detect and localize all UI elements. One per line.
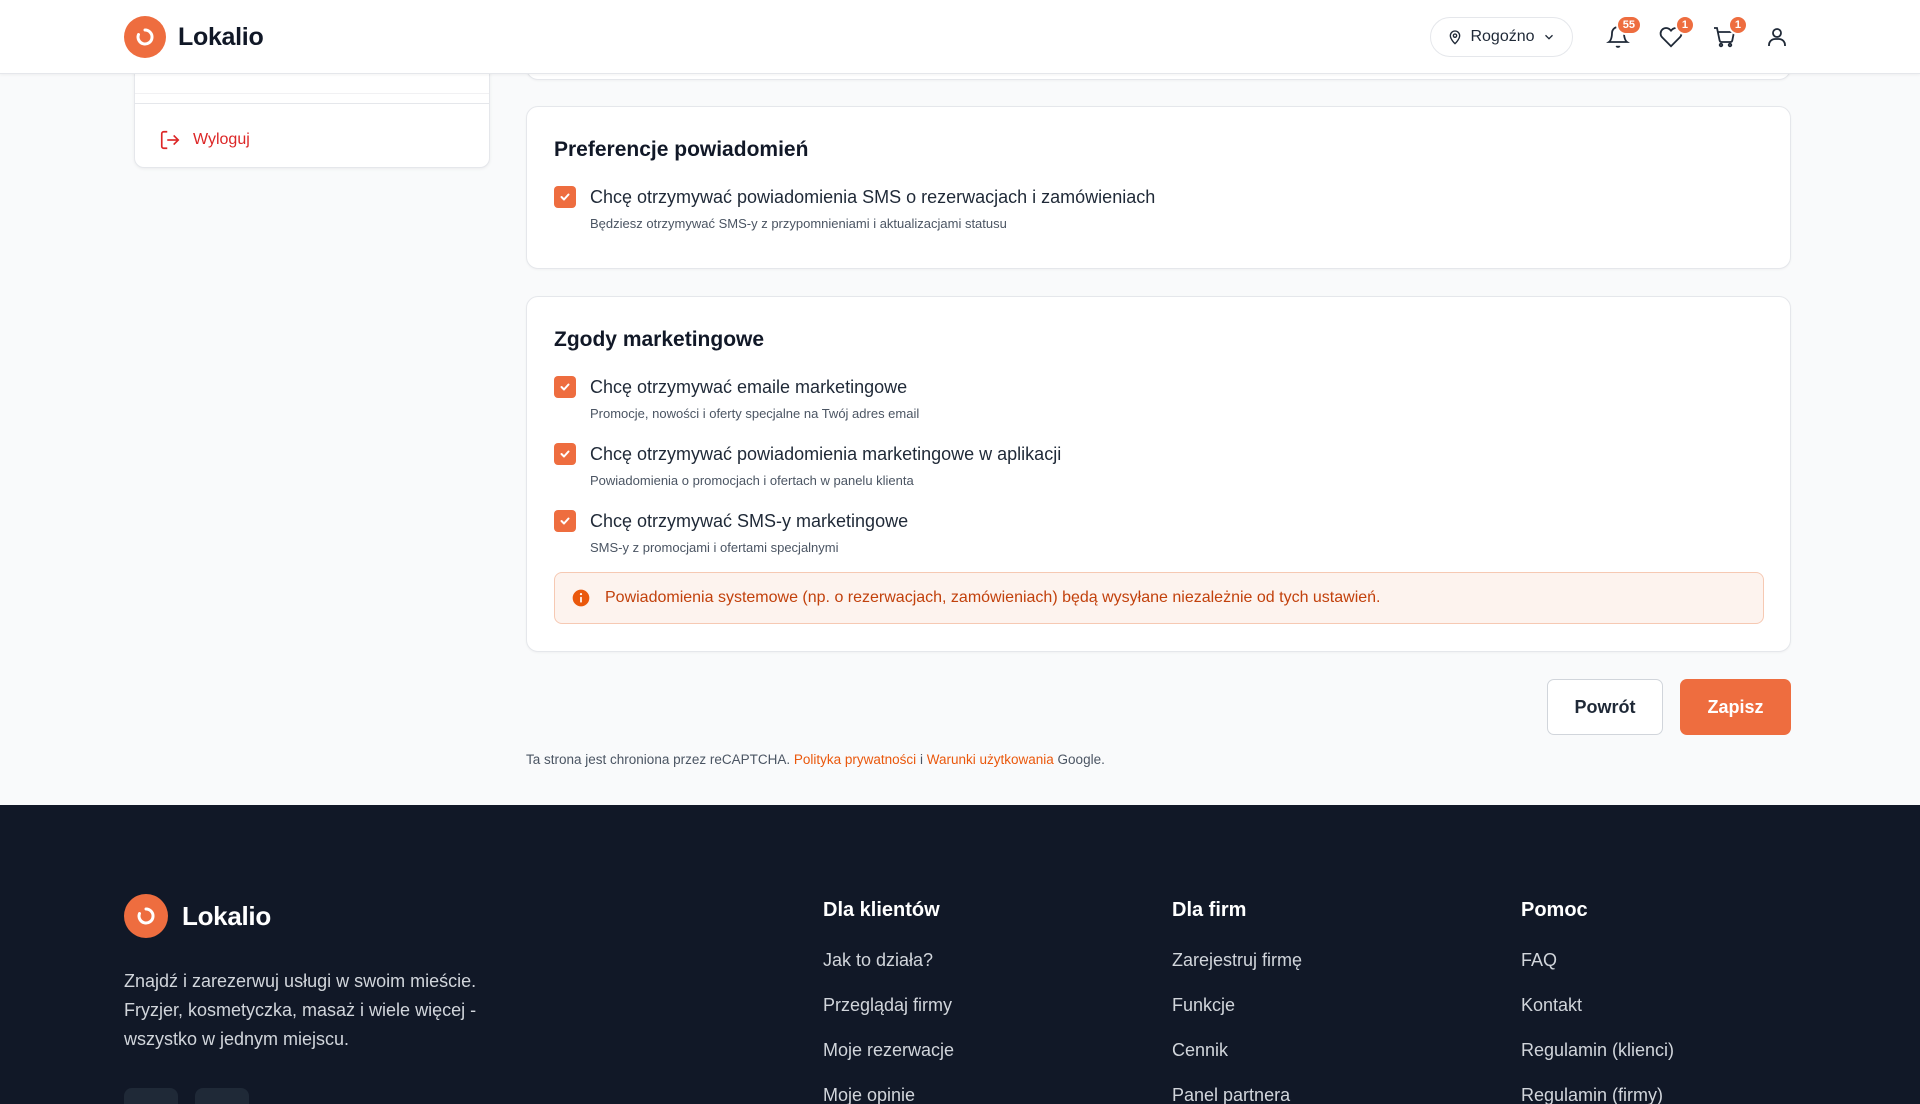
option-description: Promocje, nowości i oferty specjalne na …	[590, 406, 920, 421]
checkbox-checked[interactable]	[554, 510, 576, 532]
option-label: Chcę otrzymywać SMS-y marketingowe	[590, 511, 909, 531]
marketing-consents-card: Zgody marketingowe Chcę otrzymywać email…	[526, 296, 1791, 652]
captcha-prefix: Ta strona jest chroniona przez reCAPTCHA…	[526, 752, 791, 767]
captcha-and: i	[919, 752, 923, 767]
section-title: Preferencje powiadomień	[554, 138, 809, 161]
checkbox-checked[interactable]	[554, 376, 576, 398]
option-label: Chcę otrzymywać powiadomienia SMS o reze…	[590, 187, 1156, 207]
footer-link[interactable]: Jak to działa?	[823, 950, 954, 995]
facebook-icon[interactable]	[124, 1088, 178, 1104]
footer-column-business: Dla firm Zarejestruj firmę Funkcje Cenni…	[1172, 899, 1302, 1104]
footer-link[interactable]: Kontakt	[1521, 995, 1674, 1040]
footer-link[interactable]: Moje rezerwacje	[823, 1040, 954, 1085]
footer-link[interactable]: FAQ	[1521, 950, 1674, 995]
account-button[interactable]	[1762, 22, 1792, 52]
check-icon	[560, 450, 570, 458]
favorites-button[interactable]: 1	[1656, 15, 1695, 52]
footer-logo[interactable]: Lokalio	[124, 894, 271, 938]
site-footer: Lokalio Znajdź i zarezerwuj usługi w swo…	[0, 805, 1920, 1104]
info-icon	[572, 589, 590, 607]
check-icon	[560, 383, 570, 391]
notification-preferences-card: Preferencje powiadomień Chcę otrzymywać …	[526, 106, 1791, 269]
sms-notifications-option[interactable]: Chcę otrzymywać powiadomienia SMS o reze…	[554, 184, 1155, 231]
footer-column-title: Dla klientów	[823, 899, 940, 921]
option-description: SMS-y z promocjami i ofertami specjalnym…	[590, 540, 839, 555]
footer-column-help: Pomoc FAQ Kontakt Regulamin (klienci) Re…	[1521, 899, 1674, 1104]
cart-badge: 1	[1727, 15, 1748, 35]
logo-mark-icon	[124, 894, 168, 938]
favorites-badge: 1	[1674, 15, 1695, 35]
option-label: Chcę otrzymywać emaile marketingowe	[590, 377, 908, 397]
logo-mark-icon	[124, 16, 166, 58]
checkbox-checked[interactable]	[554, 186, 576, 208]
instagram-icon[interactable]	[195, 1088, 249, 1104]
chevron-down-icon	[1544, 34, 1553, 40]
logout-link[interactable]: Wyloguj	[159, 129, 250, 151]
location-pin-icon	[1450, 30, 1461, 45]
sidebar-divider	[135, 103, 489, 104]
footer-description: Znajdź i zarezerwuj usługi w swoim mieśc…	[124, 971, 477, 1049]
check-icon	[560, 517, 570, 525]
brand-name: Lokalio	[178, 22, 264, 51]
marketing-email-option[interactable]: Chcę otrzymywać emaile marketingowe Prom…	[554, 374, 919, 421]
captcha-suffix: Google.	[1057, 752, 1105, 767]
section-title: Zgody marketingowe	[554, 328, 765, 351]
user-icon	[1768, 28, 1786, 46]
notifications-badge: 55	[1615, 15, 1642, 35]
cart-button[interactable]: 1	[1709, 15, 1748, 52]
save-button[interactable]: Zapisz	[1680, 679, 1791, 735]
footer-link[interactable]: Moje opinie	[823, 1085, 954, 1104]
recaptcha-notice: Ta strona jest chroniona przez reCAPTCHA…	[526, 752, 1105, 767]
privacy-policy-link[interactable]: Polityka prywatności	[794, 752, 916, 767]
option-label: Chcę otrzymywać powiadomienia marketingo…	[590, 444, 1062, 464]
footer-link[interactable]: Cennik	[1172, 1040, 1302, 1085]
notice-text: Powiadomienia systemowe (np. o rezerwacj…	[605, 589, 1381, 606]
city-label: Rogoźno	[1470, 28, 1535, 45]
footer-link[interactable]: Regulamin (klienci)	[1521, 1040, 1674, 1085]
marketing-app-option[interactable]: Chcę otrzymywać powiadomienia marketingo…	[554, 441, 1061, 488]
footer-column-clients: Dla klientów Jak to działa? Przeglądaj f…	[823, 899, 954, 1104]
footer-link[interactable]: Funkcje	[1172, 995, 1302, 1040]
footer-link[interactable]: Regulamin (firmy)	[1521, 1085, 1674, 1104]
logout-icon	[160, 130, 180, 150]
footer-column-title: Dla firm	[1172, 899, 1247, 921]
top-header: Lokalio Rogoźno 55 1 1	[0, 0, 1920, 74]
footer-column-title: Pomoc	[1521, 899, 1588, 921]
footer-link[interactable]: Przeglądaj firmy	[823, 995, 954, 1040]
brand-logo[interactable]: Lokalio	[124, 16, 264, 58]
terms-link[interactable]: Warunki użytkowania	[927, 752, 1054, 767]
footer-brand-name: Lokalio	[182, 900, 271, 931]
back-button[interactable]: Powrót	[1547, 679, 1663, 735]
option-description: Będziesz otrzymywać SMS-y z przypomnieni…	[590, 216, 1007, 231]
option-description: Powiadomienia o promocjach i ofertach w …	[590, 473, 914, 488]
check-icon	[560, 193, 570, 201]
marketing-sms-option[interactable]: Chcę otrzymywać SMS-y marketingowe SMS-y…	[554, 508, 908, 555]
footer-link[interactable]: Zarejestruj firmę	[1172, 950, 1302, 995]
checkbox-checked[interactable]	[554, 443, 576, 465]
city-selector[interactable]: Rogoźno	[1430, 17, 1573, 57]
notifications-button[interactable]: 55	[1603, 15, 1642, 52]
footer-link[interactable]: Panel partnera	[1172, 1085, 1302, 1104]
system-notifications-notice: Powiadomienia systemowe (np. o rezerwacj…	[554, 572, 1764, 624]
sidebar-divider	[135, 93, 489, 94]
logout-label: Wyloguj	[193, 131, 250, 148]
